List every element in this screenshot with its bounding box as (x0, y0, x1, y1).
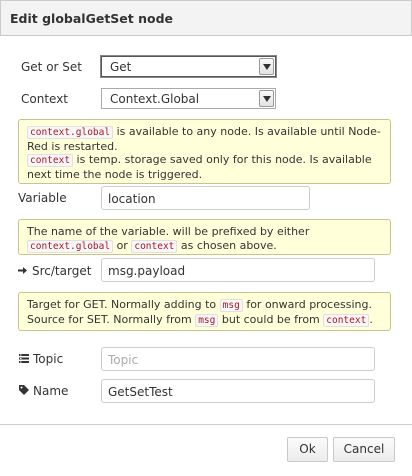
get-or-set-select[interactable]: Get (101, 56, 276, 77)
tip-text: as chosen above. (180, 238, 277, 252)
tip-code: msg (195, 313, 219, 327)
context-label: Context (21, 92, 69, 106)
variable-label: Variable (18, 191, 67, 205)
dialog-footer: Ok Cancel (0, 424, 412, 476)
target-tip: Target for GET. Normally adding to msg f… (18, 292, 391, 331)
context-select[interactable]: Context.Global (101, 88, 276, 109)
topic-placeholder: Topic (108, 353, 139, 367)
topic-label: Topic (18, 352, 63, 366)
name-label: Name (18, 384, 68, 398)
context-tip: context.global is available to any node.… (18, 119, 391, 184)
tip-code: context.global (27, 126, 114, 139)
tip-text: Target for GET. Normally adding to (27, 298, 220, 311)
tag-icon (18, 385, 29, 398)
name-input[interactable]: GetSetTest (101, 379, 375, 403)
tip-code: context (131, 239, 178, 253)
topic-input[interactable]: Topic (101, 347, 375, 371)
arrow-right-icon (17, 265, 28, 278)
tip-code: context (27, 154, 74, 167)
get-or-set-label: Get or Set (21, 60, 82, 74)
tip-text: but could be from (218, 312, 324, 326)
tip-text: The name of the variable. will be prefix… (27, 225, 310, 238)
tip-text: . (369, 312, 373, 326)
dialog-title: Edit globalGetSet node (10, 11, 174, 26)
topic-label-text: Topic (33, 352, 64, 366)
context-value: Context.Global (110, 92, 200, 106)
tip-text: or (116, 238, 128, 252)
chevron-down-icon (259, 58, 274, 75)
variable-value: location (108, 192, 156, 206)
src-target-input[interactable]: msg.payload (101, 258, 375, 282)
name-value: GetSetTest (108, 385, 173, 399)
src-target-label: Src/target (17, 264, 91, 278)
tip-code: context (323, 313, 370, 327)
src-target-value: msg.payload (108, 264, 186, 278)
get-or-set-value: Get (110, 60, 132, 74)
cancel-button[interactable]: Cancel (333, 437, 395, 462)
tip-code: msg (219, 299, 243, 312)
ok-button[interactable]: Ok (287, 437, 328, 462)
variable-input[interactable]: location (101, 186, 310, 210)
dialog-titlebar: Edit globalGetSet node (0, 0, 412, 36)
tip-text: is temp. storage saved only for this nod… (27, 153, 372, 181)
chevron-down-icon (259, 90, 274, 107)
tip-code: context.global (27, 239, 114, 253)
src-target-label-text: Src/target (32, 264, 92, 278)
tasks-icon (18, 353, 29, 366)
variable-tip: The name of the variable. will be prefix… (18, 219, 391, 255)
name-label-text: Name (33, 384, 69, 398)
